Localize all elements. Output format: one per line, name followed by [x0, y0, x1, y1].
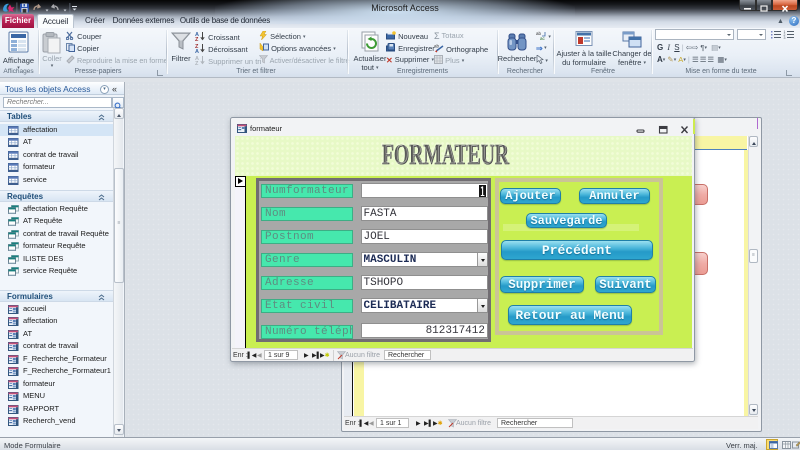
svg-text:FORMATEUR: FORMATEUR	[381, 139, 509, 170]
svg-text:ab: ab	[434, 44, 440, 49]
svg-text:A: A	[195, 49, 199, 53]
svg-text:3: 3	[784, 36, 786, 40]
svg-text:ac: ac	[540, 36, 546, 40]
